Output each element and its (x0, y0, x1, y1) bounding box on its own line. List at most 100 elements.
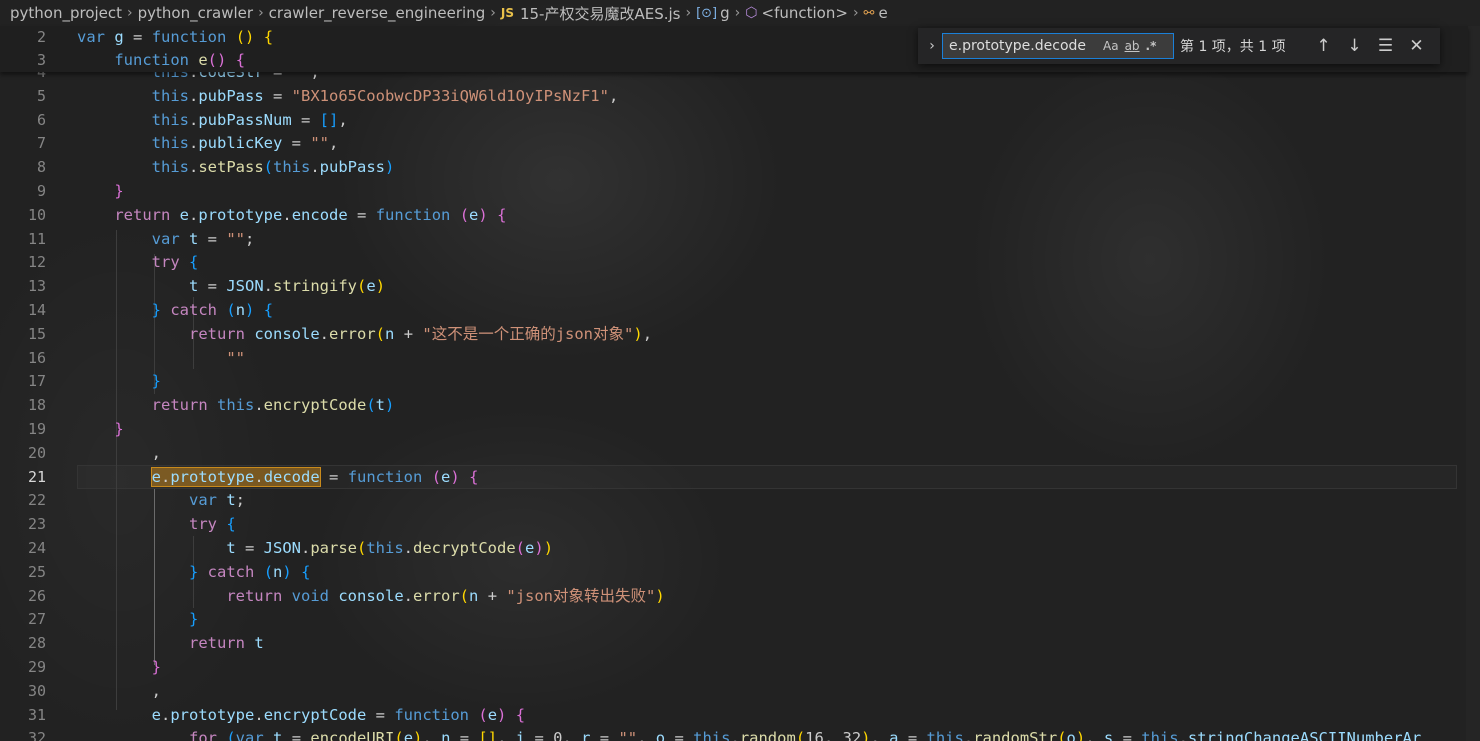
line-number[interactable]: 30 (0, 679, 46, 703)
code-text[interactable]: this.pubPass = "BX1o65CoobwcDP33iQW6ld1O… (77, 84, 619, 108)
line-number[interactable]: 15 (0, 322, 46, 346)
code-text[interactable]: } (77, 607, 198, 631)
line-number[interactable]: 12 (0, 250, 46, 274)
code-line[interactable]: 20 , (0, 441, 1460, 465)
code-text[interactable]: t = JSON.parse(this.decryptCode(e)) (77, 536, 553, 560)
code-text[interactable]: } (77, 655, 161, 679)
line-number[interactable]: 28 (0, 631, 46, 655)
code-text[interactable]: return t (77, 631, 264, 655)
code-line[interactable]: 24 t = JSON.parse(this.decryptCode(e)) (0, 536, 1460, 560)
match-whole-word-button[interactable]: ab (1125, 39, 1140, 53)
find-input[interactable] (943, 37, 1097, 55)
code-text[interactable]: this.publicKey = "", (77, 131, 339, 155)
code-line[interactable]: 8 this.setPass(this.pubPass) (0, 155, 1460, 179)
code-text[interactable]: } catch (n) { (77, 560, 310, 584)
code-line[interactable]: 30 , (0, 679, 1460, 703)
code-line[interactable]: 9 } (0, 179, 1460, 203)
code-text[interactable]: function e() { (77, 48, 245, 72)
vertical-scrollbar[interactable] (1466, 26, 1480, 741)
code-text[interactable]: t = JSON.stringify(e) (77, 274, 385, 298)
line-number[interactable]: 2 (0, 25, 46, 49)
line-number[interactable]: 19 (0, 417, 46, 441)
line-number[interactable]: 8 (0, 155, 46, 179)
code-text[interactable]: return console.error(n + "这不是一个正确的json对象… (77, 322, 652, 346)
code-text[interactable]: this.setPass(this.pubPass) (77, 155, 395, 179)
breadcrumb-item-var-g[interactable]: g (720, 4, 730, 22)
code-text[interactable]: for (var t = encodeURI(e), n = [], i = 0… (77, 726, 1421, 741)
code-line[interactable]: 18 return this.encryptCode(t) (0, 393, 1460, 417)
breadcrumb-item-project[interactable]: python_project (10, 4, 122, 22)
use-regex-button[interactable]: .* (1146, 39, 1157, 53)
line-number[interactable]: 27 (0, 607, 46, 631)
close-icon[interactable]: ✕ (1401, 36, 1432, 56)
line-number[interactable]: 29 (0, 655, 46, 679)
code-text[interactable]: , (77, 679, 161, 703)
code-text[interactable]: try { (77, 250, 199, 274)
line-number[interactable]: 21 (0, 465, 46, 489)
code-text[interactable]: e.prototype.encryptCode = function (e) { (77, 703, 525, 727)
code-line[interactable]: 11 var t = ""; (0, 227, 1460, 251)
code-line[interactable]: 32 for (var t = encodeURI(e), n = [], i … (0, 726, 1460, 741)
code-text[interactable]: try { (77, 512, 236, 536)
line-number[interactable]: 24 (0, 536, 46, 560)
code-line[interactable]: 31 e.prototype.encryptCode = function (e… (0, 703, 1460, 727)
line-number[interactable]: 17 (0, 369, 46, 393)
code-line[interactable]: 14 } catch (n) { (0, 298, 1460, 322)
code-line[interactable]: 27 } (0, 607, 1460, 631)
code-text[interactable]: var t = ""; (77, 227, 255, 251)
code-line[interactable]: 29 } (0, 655, 1460, 679)
code-line[interactable]: 26 return void console.error(n + "json对象… (0, 584, 1460, 608)
line-number[interactable]: 18 (0, 393, 46, 417)
code-line[interactable]: 23 try { (0, 512, 1460, 536)
breadcrumb-item-folder[interactable]: python_crawler (138, 4, 253, 22)
code-text[interactable]: , (77, 441, 161, 465)
line-number[interactable]: 16 (0, 346, 46, 370)
line-number[interactable]: 32 (0, 726, 46, 741)
line-number[interactable]: 23 (0, 512, 46, 536)
code-line[interactable]: 10 return e.prototype.encode = function … (0, 203, 1460, 227)
line-number[interactable]: 14 (0, 298, 46, 322)
code-text[interactable]: var t; (77, 488, 245, 512)
code-editor[interactable]: python_project › python_crawler › crawle… (0, 0, 1480, 741)
match-case-button[interactable]: Aa (1103, 39, 1119, 53)
code-line[interactable]: 25 } catch (n) { (0, 560, 1460, 584)
breadcrumb-item-file[interactable]: 15-产权交易魔改AES.js (520, 3, 681, 24)
code-line[interactable]: 16 "" (0, 346, 1460, 370)
code-line[interactable]: 17 } (0, 369, 1460, 393)
code-line[interactable]: 28 return t (0, 631, 1460, 655)
code-line[interactable]: 22 var t; (0, 488, 1460, 512)
line-number[interactable]: 26 (0, 584, 46, 608)
code-text[interactable]: "" (77, 346, 245, 370)
line-number[interactable]: 31 (0, 703, 46, 727)
code-text[interactable]: } (77, 369, 161, 393)
code-line[interactable]: 5 this.pubPass = "BX1o65CoobwcDP33iQW6ld… (0, 84, 1460, 108)
code-text[interactable]: var g = function () { (77, 25, 273, 49)
line-number[interactable]: 20 (0, 441, 46, 465)
line-number[interactable]: 13 (0, 274, 46, 298)
code-line[interactable]: 21 e.prototype.decode = function (e) { (0, 465, 1460, 489)
line-number[interactable]: 22 (0, 488, 46, 512)
line-number[interactable]: 3 (0, 48, 46, 72)
code-text[interactable]: } (77, 417, 123, 441)
line-number[interactable]: 6 (0, 108, 46, 132)
code-text[interactable]: return void console.error(n + "json对象转出失… (77, 584, 664, 608)
next-match-arrow-down-icon[interactable]: ↓ (1339, 36, 1370, 56)
code-line[interactable]: 13 t = JSON.stringify(e) (0, 274, 1460, 298)
code-text[interactable]: } catch (n) { (77, 298, 273, 322)
breadcrumb-item-function[interactable]: <function> (762, 4, 848, 22)
code-text[interactable]: return this.encryptCode(t) (77, 393, 395, 417)
code-text[interactable]: this.pubPassNum = [], (77, 108, 348, 132)
code-text[interactable]: } (77, 179, 123, 203)
code-line[interactable]: 12 try { (0, 250, 1460, 274)
breadcrumb-item-subfolder[interactable]: crawler_reverse_engineering (269, 4, 486, 22)
code-line[interactable]: 6 this.pubPassNum = [], (0, 108, 1460, 132)
breadcrumb-item-class-e[interactable]: e (878, 4, 887, 22)
code-line[interactable]: 7 this.publicKey = "", (0, 131, 1460, 155)
find-in-selection-icon[interactable]: ☰ (1370, 36, 1401, 56)
line-number[interactable]: 10 (0, 203, 46, 227)
code-text[interactable]: return e.prototype.encode = function (e)… (77, 203, 506, 227)
toggle-replace-chevron-icon[interactable]: › (922, 28, 942, 64)
line-number[interactable]: 25 (0, 560, 46, 584)
line-number[interactable]: 5 (0, 84, 46, 108)
code-text[interactable]: e.prototype.decode = function (e) { (77, 465, 478, 489)
